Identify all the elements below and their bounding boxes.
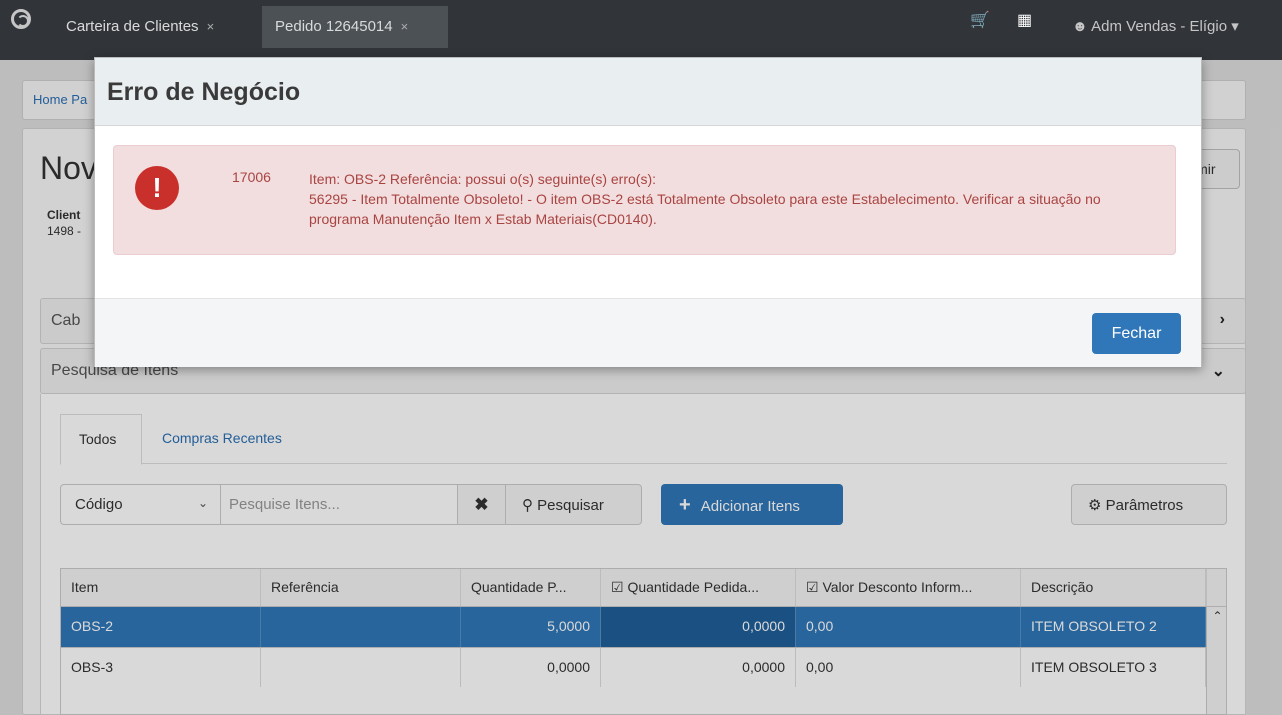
caret-down-icon: ▾ [1231, 18, 1239, 35]
error-message: Item: OBS-2 Referência: possui o(s) segu… [309, 169, 1159, 229]
close-button[interactable]: Fechar [1092, 313, 1181, 354]
error-alert: ! 17006 Item: OBS-2 Referência: possui o… [113, 145, 1176, 255]
user-menu[interactable]: ☻ Adm Vendas - Elígio ▾ [1072, 17, 1239, 35]
user-name: Adm Vendas - Elígio [1091, 18, 1228, 35]
cart-icon[interactable]: 🛒 [970, 10, 990, 30]
modal-title: Erro de Negócio [107, 78, 301, 106]
modal-header: Erro de Negócio [95, 58, 1201, 126]
error-message-line1: Item: OBS-2 Referência: possui o(s) segu… [309, 171, 657, 187]
modal-footer: Fechar [95, 298, 1201, 367]
exclamation-icon: ! [135, 166, 179, 210]
grid-menu-icon[interactable]: ▦ [1017, 10, 1032, 30]
error-message-line2: 56295 - Item Totalmente Obsoleto! - O it… [309, 191, 1101, 227]
error-code: 17006 [232, 169, 271, 185]
user-icon: ☻ [1072, 18, 1088, 35]
error-modal: Erro de Negócio ! 17006 Item: OBS-2 Refe… [94, 57, 1202, 367]
